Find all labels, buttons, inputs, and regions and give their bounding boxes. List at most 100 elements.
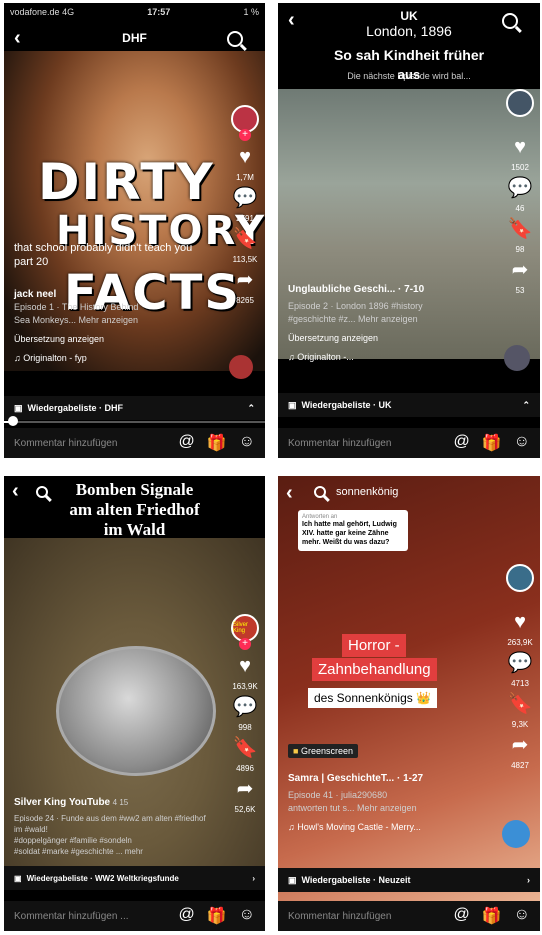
- creator-avatar[interactable]: [506, 564, 534, 592]
- chevron-up-icon[interactable]: ⌃: [522, 400, 530, 411]
- gift-icon[interactable]: 🎁: [482, 906, 502, 926]
- comment-bar: Kommentar hinzufügen @ 🎁 ☺: [278, 901, 540, 931]
- like-count: 263,9K: [507, 638, 533, 647]
- caption-title[interactable]: Samra | GeschichteT... · 1-27: [288, 772, 478, 785]
- sound-disc-icon[interactable]: [229, 355, 253, 379]
- author-name[interactable]: jack neel: [14, 288, 204, 301]
- chevron-up-icon[interactable]: ⌃: [247, 403, 255, 414]
- video-panel-dhf: vodafone.de 4G 17:57 1 % ‹ DHF DIRTY HIS…: [4, 3, 265, 458]
- sound-name[interactable]: Originalton -...: [297, 352, 354, 362]
- caption-title[interactable]: Unglaubliche Geschi... · 7-10: [288, 283, 488, 296]
- comment-bar: Kommentar hinzufügen @ 🎁 ☺: [4, 428, 265, 458]
- gift-icon[interactable]: 🎁: [482, 433, 502, 453]
- status-bar: vodafone.de 4G 17:57 1 %: [10, 7, 259, 17]
- chevron-right-icon[interactable]: ›: [252, 874, 255, 883]
- mention-icon[interactable]: @: [178, 906, 194, 926]
- bookmark-icon[interactable]: 🔖: [233, 229, 258, 249]
- video-panel-uk: ‹ UK London, 1896 So sah Kindheit früher…: [278, 3, 540, 458]
- overlay-text-line1: Bomben Signale: [75, 480, 194, 499]
- mention-icon[interactable]: @: [453, 906, 469, 926]
- search-icon[interactable]: [314, 486, 326, 498]
- playlist-icon: ▣: [14, 402, 23, 413]
- comment-icon[interactable]: 💬: [508, 653, 533, 673]
- share-icon[interactable]: ➦: [512, 735, 529, 755]
- heart-icon[interactable]: ♥: [239, 147, 251, 167]
- comment-input[interactable]: Kommentar hinzufügen: [288, 438, 391, 449]
- emoji-icon[interactable]: ☺: [514, 906, 530, 926]
- overlay-text-line3: im Wald: [103, 520, 166, 539]
- share-icon[interactable]: ➦: [512, 260, 529, 280]
- heart-icon[interactable]: ♥: [239, 656, 251, 676]
- episode-info[interactable]: Episode 2 · London 1896 #history: [288, 300, 488, 313]
- description[interactable]: Sea Monkeys... Mehr anzeigen: [14, 314, 204, 327]
- comment-input[interactable]: Kommentar hinzufügen ...: [14, 911, 129, 922]
- comment-count: 998: [238, 723, 252, 732]
- bookmark-icon[interactable]: 🔖: [233, 738, 258, 758]
- comment-icon[interactable]: 💬: [233, 697, 258, 717]
- gift-icon[interactable]: 🎁: [207, 433, 227, 453]
- playlist-icon: ▣: [288, 874, 297, 885]
- gift-icon[interactable]: 🎁: [207, 906, 227, 926]
- sound-disc-icon[interactable]: [502, 820, 530, 848]
- follow-plus-icon[interactable]: +: [239, 129, 251, 141]
- comment-count: 2791: [236, 214, 254, 223]
- action-rail: ♥ 263,9K 💬 4713 🔖 9,3K ➦ 4827: [506, 564, 534, 770]
- hashtags[interactable]: #geschichte #z... Mehr anzeigen: [288, 313, 488, 326]
- translate-link[interactable]: Übersetzung anzeigen: [14, 333, 204, 346]
- post-age: 4 15: [112, 798, 129, 807]
- page-title: DHF: [122, 31, 147, 45]
- description[interactable]: antworten tut s... Mehr anzeigen: [288, 802, 478, 815]
- search-query[interactable]: sonnenkönig: [336, 486, 398, 498]
- caption-block: Silver King YouTube 4 15 Episode 24 · Fu…: [14, 796, 214, 857]
- sound-disc-icon[interactable]: [504, 345, 530, 371]
- save-count: 98: [515, 245, 525, 254]
- hashtags-2[interactable]: #soldat #marke #geschichte ... mehr: [14, 846, 214, 857]
- playlist-icon: ▣: [14, 873, 22, 883]
- label-2: Zahnbehandlung: [312, 658, 437, 681]
- bookmark-icon[interactable]: 🔖: [508, 694, 533, 714]
- comment-icon[interactable]: 💬: [508, 178, 533, 198]
- greenscreen-tag[interactable]: ■ Greenscreen: [288, 744, 358, 758]
- share-icon[interactable]: ➦: [237, 270, 254, 290]
- sound-name[interactable]: Howl's Moving Castle - Merry...: [297, 822, 421, 832]
- playlist-bar[interactable]: ▣ Wiedergabeliste · UK ⌃: [278, 393, 540, 417]
- label-1: Horror -: [342, 634, 406, 657]
- mention-icon[interactable]: @: [178, 433, 194, 453]
- caption-block: Unglaubliche Geschi... · 7-10 Episode 2 …: [288, 283, 488, 364]
- comment-input[interactable]: Kommentar hinzufügen: [14, 438, 117, 449]
- progress-bar[interactable]: [4, 421, 265, 423]
- search-icon[interactable]: [227, 31, 243, 47]
- headline-label-3: des Sonnenkönigs 👑: [308, 688, 438, 708]
- comment-input[interactable]: Kommentar hinzufügen: [288, 911, 391, 922]
- video-panel-sonnenkoenig: ‹ sonnenkönig Antworten an Ich hatte mal…: [278, 476, 540, 931]
- hashtags[interactable]: #doppelgänger #familie #sondeln: [14, 835, 214, 846]
- caption-block: Samra | GeschichteT... · 1-27 Episode 41…: [288, 772, 478, 834]
- like-count: 163,9K: [232, 682, 258, 691]
- author-name[interactable]: Silver King YouTube: [14, 797, 110, 808]
- episode-info[interactable]: Episode 24 · Funde aus dem #ww2 am alten…: [14, 813, 214, 835]
- like-count: 1,7M: [236, 173, 254, 182]
- heart-icon[interactable]: ♥: [514, 137, 526, 157]
- playlist-bar[interactable]: ▣ Wiedergabeliste · Neuzeit ›: [278, 868, 540, 892]
- emoji-icon[interactable]: ☺: [239, 906, 255, 926]
- episode-info[interactable]: Episode 1 · The History Behind: [14, 301, 204, 314]
- progress-handle[interactable]: [8, 416, 18, 426]
- translate-link[interactable]: Übersetzung anzeigen: [288, 332, 488, 345]
- bookmark-icon[interactable]: 🔖: [508, 219, 533, 239]
- emoji-icon[interactable]: ☺: [514, 433, 530, 453]
- creator-avatar[interactable]: [506, 89, 534, 117]
- playlist-bar[interactable]: ▣ Wiedergabeliste · WW2 Weltkriegsfunde …: [4, 866, 265, 890]
- share-icon[interactable]: ➦: [237, 779, 254, 799]
- network: 4G: [62, 7, 75, 17]
- playlist-bar[interactable]: ▣ Wiedergabeliste · DHF ⌃: [4, 396, 265, 420]
- chevron-right-icon[interactable]: ›: [527, 875, 530, 885]
- sound-name[interactable]: Originalton - fyp: [23, 353, 87, 363]
- eagle-medal-image: [56, 646, 216, 776]
- emoji-icon[interactable]: ☺: [239, 433, 255, 453]
- back-icon[interactable]: ‹: [286, 482, 293, 505]
- heart-icon[interactable]: ♥: [514, 612, 526, 632]
- mention-icon[interactable]: @: [453, 433, 469, 453]
- episode-info[interactable]: Episode 41 · julia290680: [288, 789, 478, 802]
- comment-icon[interactable]: 💬: [233, 188, 258, 208]
- follow-plus-icon[interactable]: +: [239, 638, 251, 650]
